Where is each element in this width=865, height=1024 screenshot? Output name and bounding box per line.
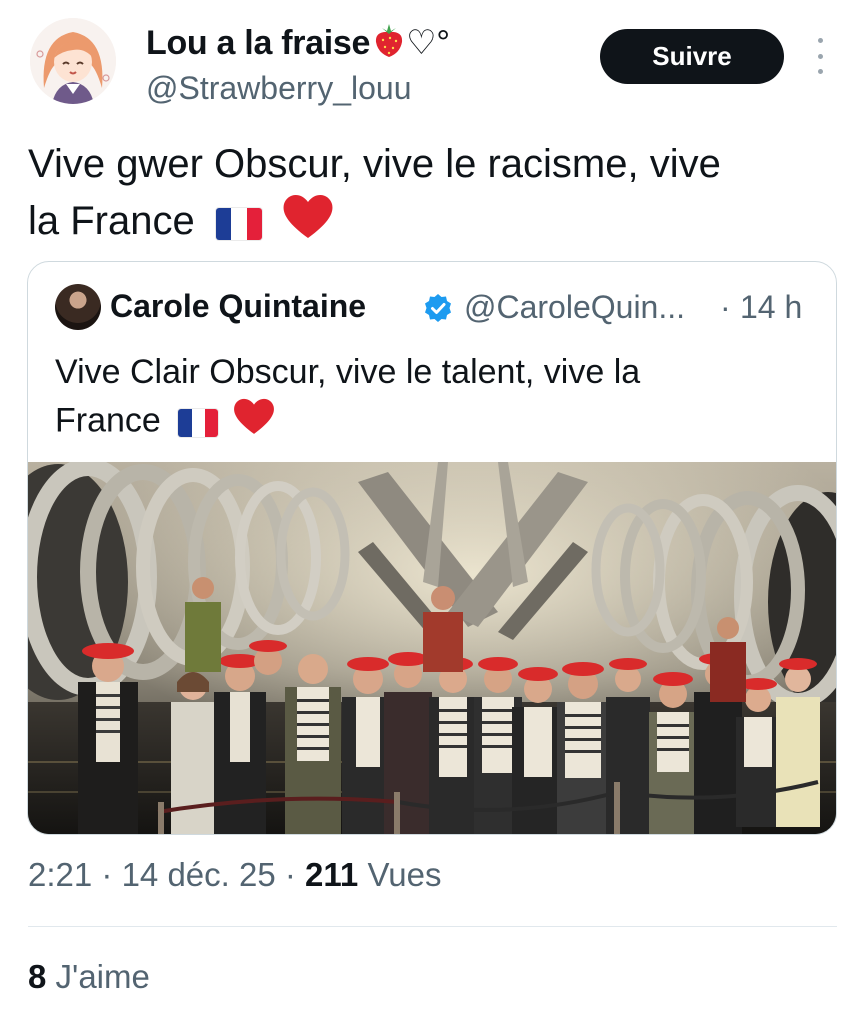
tweet-text-line: Vive gwer Obscur, vive le racisme, vive — [28, 142, 721, 186]
french-flag-icon — [178, 408, 219, 437]
author-name-text: Lou a la fraise — [146, 24, 371, 62]
views-count: 211 — [305, 856, 359, 893]
author-avatar[interactable] — [30, 18, 116, 104]
tweet-date: 14 déc. 25 — [121, 856, 276, 893]
likes-count: 8 — [28, 958, 47, 995]
quoted-separator: · — [720, 289, 731, 325]
quoted-text-line-2-text: France — [55, 401, 161, 440]
follow-button[interactable]: Suivre — [600, 29, 784, 84]
tweet-text: Vive gwer Obscur, vive le racisme, vive … — [28, 136, 828, 255]
name-suffix-symbols: ♡° — [406, 24, 450, 62]
tweet-text-line-2: la France — [28, 192, 828, 255]
likes-label: J'aime — [55, 958, 150, 995]
tweet-meta: 2:21 · 14 déc. 25 · 211 Vues — [28, 856, 441, 894]
quoted-tweet-text: Vive Clair Obscur, vive le talent, vive … — [55, 348, 815, 449]
red-heart-icon — [232, 396, 276, 449]
likes-row[interactable]: 8 J'aime — [28, 958, 150, 996]
strawberry-icon — [372, 22, 406, 67]
meta-separator-2: · — [284, 856, 306, 893]
quoted-timestamp: 14 h — [740, 289, 803, 325]
quoted-tweet-card[interactable]: Carole Quintaine @CaroleQuin... · 14 h V… — [27, 261, 837, 835]
quoted-author-handle: @CaroleQuin... — [464, 289, 686, 325]
divider — [28, 926, 837, 927]
quoted-text-line: Vive Clair Obscur, vive le talent, vive … — [55, 353, 641, 391]
author-handle[interactable]: @Strawberry_louu — [146, 70, 411, 107]
quoted-author-name: Carole Quintaine — [110, 288, 367, 324]
red-heart-icon — [281, 192, 335, 255]
tweet-text-line-2-text: la France — [28, 199, 195, 244]
views-label: Vues — [367, 856, 442, 893]
quoted-text-line-2: France — [55, 396, 815, 449]
meta-separator: · — [101, 856, 122, 893]
quoted-tweet-photo[interactable] — [28, 462, 836, 834]
french-flag-icon — [215, 207, 262, 240]
verified-icon — [423, 293, 453, 323]
tweet-time: 2:21 — [28, 856, 93, 893]
more-icon[interactable] — [808, 38, 832, 74]
quoted-author-avatar[interactable] — [55, 284, 101, 330]
author-display-name[interactable]: Lou a la fraise ♡° — [146, 22, 450, 67]
